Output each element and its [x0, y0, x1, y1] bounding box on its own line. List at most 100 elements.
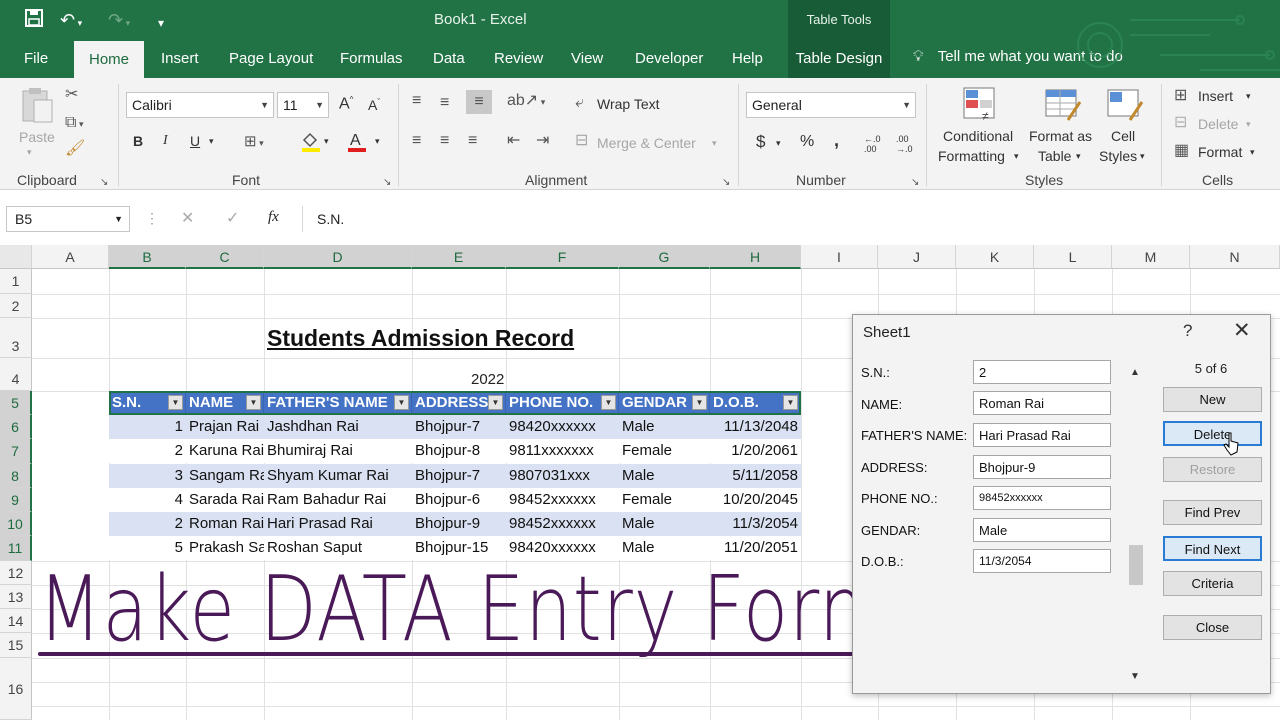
row-header-2[interactable]: 2: [0, 294, 32, 318]
header-address[interactable]: ADDRESS ▼: [412, 391, 506, 415]
percent-button[interactable]: %: [800, 133, 814, 151]
font-launcher-icon[interactable]: ↘: [383, 174, 391, 192]
table-cell[interactable]: Female: [619, 488, 710, 512]
row-header-11[interactable]: 11: [0, 536, 32, 561]
fill-color-icon[interactable]: [300, 130, 322, 157]
table-cell[interactable]: Bhojpur-7: [412, 415, 506, 439]
table-cell[interactable]: 11/3/2054: [710, 512, 801, 536]
insert-cells-button[interactable]: Insert: [1198, 88, 1233, 104]
shrink-font-icon[interactable]: Aˇ: [368, 97, 380, 113]
filter-dropdown-icon[interactable]: ▼: [783, 395, 798, 410]
data-form-dialog[interactable]: Sheet1 ? ✕ S.N.: NAME: FATHER'S NAME: AD…: [852, 314, 1271, 694]
header-name[interactable]: NAME ▼: [186, 391, 264, 415]
tab-review[interactable]: Review: [494, 50, 543, 67]
scroll-up-icon[interactable]: ▲: [1130, 367, 1140, 378]
tab-file[interactable]: File: [24, 50, 48, 67]
table-cell[interactable]: Male: [619, 464, 710, 488]
table-cell[interactable]: 9811xxxxxxx: [506, 439, 619, 463]
column-header-h[interactable]: H: [710, 245, 801, 269]
format-as-table-icon[interactable]: [1044, 86, 1082, 127]
number-launcher-icon[interactable]: ↘: [911, 174, 919, 192]
bold-button[interactable]: B: [133, 133, 143, 149]
select-all-corner[interactable]: [0, 245, 32, 269]
table-cell[interactable]: Shyam Kumar Rai: [264, 464, 412, 488]
align-center-icon[interactable]: ≡: [440, 132, 449, 150]
conditional-formatting-label-1[interactable]: Conditional: [943, 128, 1013, 144]
table-cell[interactable]: Jashdhan Rai: [264, 415, 412, 439]
header-fathers-name[interactable]: FATHER'S NAME ▼: [264, 391, 412, 415]
table-cell[interactable]: Male: [619, 415, 710, 439]
delete-button[interactable]: Delete: [1163, 421, 1262, 446]
fathers-name-input[interactable]: [973, 423, 1111, 447]
wrap-text-icon[interactable]: ⤶: [575, 94, 584, 112]
format-cells-button[interactable]: Format: [1198, 144, 1242, 160]
row-header-4[interactable]: 4: [0, 358, 32, 391]
conditional-formatting-dropdown-icon[interactable]: ▾: [1014, 151, 1019, 162]
table-cell[interactable]: Bhumiraj Rai: [264, 439, 412, 463]
table-cell[interactable]: Bhojpur-7: [412, 464, 506, 488]
format-cells-icon[interactable]: ▦: [1174, 142, 1189, 160]
column-header-b[interactable]: B: [109, 245, 186, 269]
close-icon[interactable]: ✕: [1233, 318, 1251, 343]
row-header-12[interactable]: 12: [0, 561, 32, 585]
table-cell[interactable]: 2: [109, 512, 186, 536]
format-painter-icon[interactable]: 🖌︎: [65, 140, 85, 158]
align-left-icon[interactable]: ≡: [412, 132, 421, 150]
row-header-10[interactable]: 10: [0, 512, 32, 536]
italic-button[interactable]: I: [163, 133, 168, 149]
align-top-icon[interactable]: ≡: [412, 92, 421, 110]
table-cell[interactable]: Sangam Rai: [186, 464, 264, 488]
criteria-button[interactable]: Criteria: [1163, 571, 1262, 596]
row-header-8[interactable]: 8: [0, 464, 32, 488]
table-cell[interactable]: 1: [109, 415, 186, 439]
header-gendar[interactable]: GENDAR ▼: [619, 391, 710, 415]
filter-dropdown-icon[interactable]: ▼: [394, 395, 409, 410]
cell-styles-label-1[interactable]: Cell: [1111, 128, 1135, 144]
help-button[interactable]: ?: [1183, 321, 1192, 341]
table-cell[interactable]: Bhojpur-6: [412, 488, 506, 512]
tab-table-design[interactable]: Table Design: [788, 40, 890, 78]
paste-icon[interactable]: [20, 86, 54, 124]
increase-decimal-button[interactable]: ←.0 .00: [864, 134, 890, 154]
column-header-n[interactable]: N: [1190, 245, 1280, 269]
decrease-decimal-button[interactable]: .00 →.0: [896, 134, 922, 154]
gendar-input[interactable]: [973, 518, 1111, 542]
wrap-text-button[interactable]: Wrap Text: [597, 96, 660, 112]
table-cell[interactable]: 10/20/2045: [710, 488, 801, 512]
row-header-16[interactable]: 16: [0, 658, 32, 720]
sheet-title[interactable]: Students Admission Record: [267, 325, 574, 352]
increase-indent-icon[interactable]: ⇥: [536, 132, 549, 150]
scroll-down-icon[interactable]: ▼: [1130, 671, 1140, 682]
column-header-j[interactable]: J: [878, 245, 956, 269]
underline-button[interactable]: U: [190, 133, 200, 149]
table-cell[interactable]: 2: [109, 439, 186, 463]
insert-function-icon[interactable]: fx: [268, 209, 279, 226]
table-cell[interactable]: 1/20/2061: [710, 439, 801, 463]
paste-dropdown-icon[interactable]: ▾: [27, 147, 32, 158]
tab-developer[interactable]: Developer: [635, 50, 703, 67]
header-phone[interactable]: PHONE NO. ▼: [506, 391, 619, 415]
row-header-9[interactable]: 9: [0, 488, 32, 512]
clipboard-launcher-icon[interactable]: ↘: [100, 174, 108, 192]
tab-data[interactable]: Data: [433, 50, 465, 67]
tab-insert[interactable]: Insert: [161, 50, 199, 67]
undo-icon[interactable]: ↶ ▾: [60, 8, 82, 35]
filter-dropdown-icon[interactable]: ▼: [246, 395, 261, 410]
close-button[interactable]: Close: [1163, 615, 1262, 640]
grow-font-icon[interactable]: A^: [339, 95, 353, 113]
row-header-1[interactable]: 1: [0, 269, 32, 294]
row-header-7[interactable]: 7: [0, 439, 32, 464]
table-cell[interactable]: Bhojpur-9: [412, 512, 506, 536]
table-cell[interactable]: Karuna Rai: [186, 439, 264, 463]
font-color-icon[interactable]: A: [346, 130, 368, 157]
tab-page-layout[interactable]: Page Layout: [229, 50, 313, 67]
formula-input[interactable]: S.N.: [302, 206, 1272, 232]
paste-label[interactable]: Paste: [19, 129, 55, 145]
column-header-m[interactable]: M: [1112, 245, 1190, 269]
decrease-indent-icon[interactable]: ⇤: [507, 132, 520, 150]
table-cell[interactable]: Bhojpur-8: [412, 439, 506, 463]
filter-dropdown-icon[interactable]: ▼: [168, 395, 183, 410]
table-cell[interactable]: 9807031xxx: [506, 464, 619, 488]
find-next-button[interactable]: Find Next: [1163, 536, 1262, 561]
filter-dropdown-icon[interactable]: ▼: [488, 395, 503, 410]
